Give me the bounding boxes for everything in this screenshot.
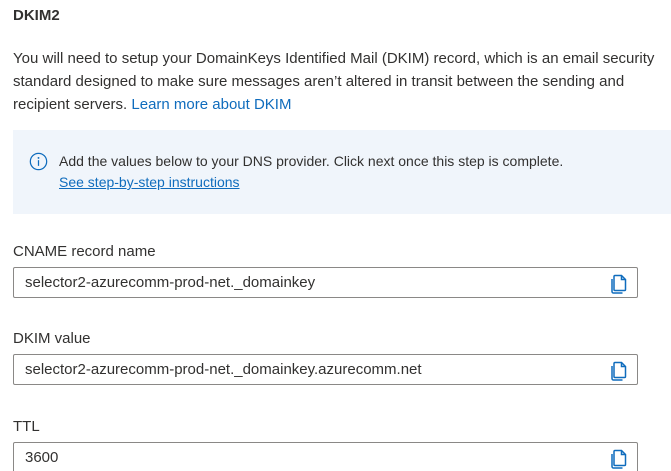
dkim-value-text[interactable]: selector2-azurecomm-prod-net._domainkey.… xyxy=(25,361,422,378)
info-message-text: Add the values below to your DNS provide… xyxy=(59,153,564,169)
info-icon xyxy=(29,152,48,171)
dkim-value-label: DKIM value xyxy=(13,330,91,347)
info-message-bar: Add the values below to your DNS provide… xyxy=(13,130,671,214)
copy-icon[interactable] xyxy=(609,359,629,381)
cname-record-name-label: CNAME record name xyxy=(13,243,156,260)
copy-icon[interactable] xyxy=(609,447,629,469)
section-description: You will need to setup your DomainKeys I… xyxy=(13,47,663,116)
ttl-label: TTL xyxy=(13,418,40,435)
learn-more-link[interactable]: Learn more about DKIM xyxy=(131,96,291,113)
info-message: Add the values below to your DNS provide… xyxy=(59,151,563,193)
ttl-value[interactable]: 3600 xyxy=(25,449,58,466)
cname-record-name-field[interactable]: selector2-azurecomm-prod-net._domainkey xyxy=(13,267,638,298)
cname-record-name-value[interactable]: selector2-azurecomm-prod-net._domainkey xyxy=(25,274,315,291)
section-title: DKIM2 xyxy=(13,7,60,24)
dkim-value-field[interactable]: selector2-azurecomm-prod-net._domainkey.… xyxy=(13,354,638,385)
dkim2-panel: DKIM2 You will need to setup your Domain… xyxy=(0,0,671,471)
ttl-field[interactable]: 3600 xyxy=(13,442,638,471)
step-by-step-instructions-link[interactable]: See step-by-step instructions xyxy=(59,172,240,193)
copy-icon[interactable] xyxy=(609,272,629,294)
description-text: You will need to setup your DomainKeys I… xyxy=(13,50,655,113)
